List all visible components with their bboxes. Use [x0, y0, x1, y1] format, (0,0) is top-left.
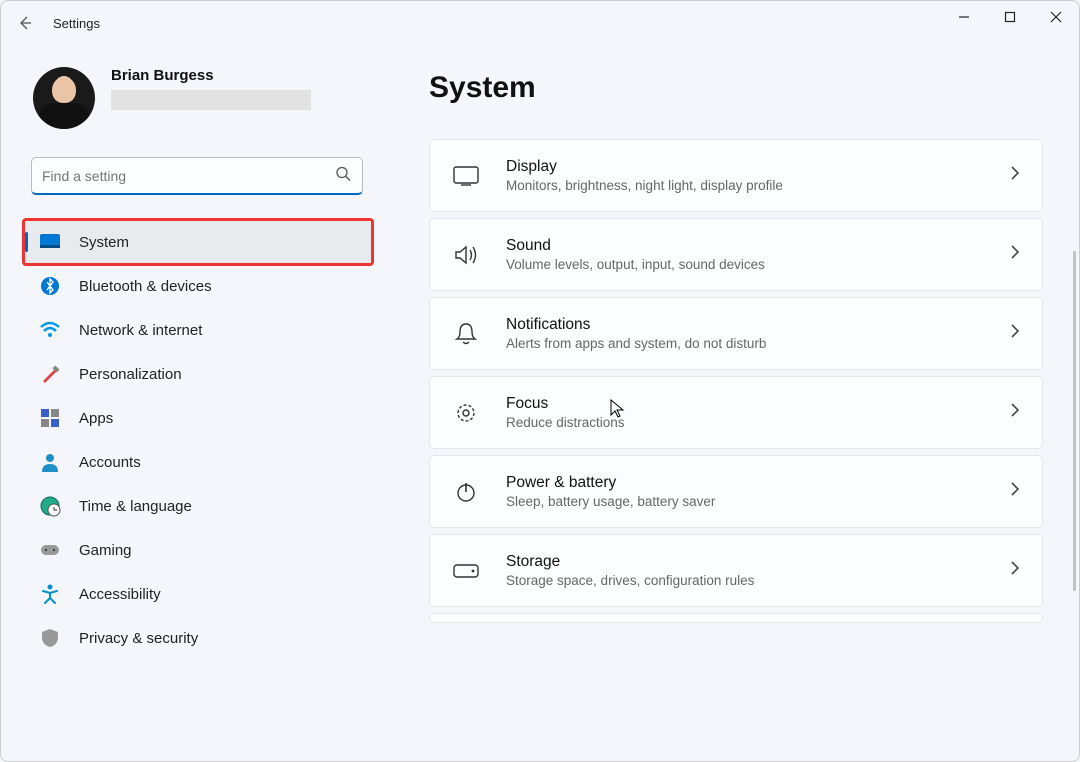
maximize-button[interactable] — [987, 1, 1033, 33]
gamepad-icon — [39, 539, 61, 561]
page-title: System — [429, 71, 1043, 105]
chevron-right-icon — [1010, 481, 1020, 502]
profile-name: Brian Burgess — [111, 67, 311, 84]
globe-clock-icon — [39, 495, 61, 517]
sidebar-item-label: Gaming — [79, 542, 132, 559]
shield-icon — [39, 627, 61, 649]
card-title: Sound — [506, 237, 984, 255]
accessibility-icon — [39, 583, 61, 605]
sidebar-item-label: Network & internet — [79, 322, 202, 339]
avatar — [33, 67, 95, 129]
card-title: Notifications — [506, 316, 984, 334]
settings-card-display[interactable]: Display Monitors, brightness, night ligh… — [429, 139, 1043, 212]
chevron-right-icon — [1010, 244, 1020, 265]
sidebar-item-label: Accounts — [79, 454, 141, 471]
chevron-right-icon — [1010, 560, 1020, 581]
apps-icon — [39, 407, 61, 429]
minimize-button[interactable] — [941, 1, 987, 33]
sidebar-item-personalization[interactable]: Personalization — [25, 353, 371, 395]
sidebar-item-label: Apps — [79, 410, 113, 427]
close-button[interactable] — [1033, 1, 1079, 33]
chevron-right-icon — [1010, 165, 1020, 186]
display-icon — [452, 162, 480, 190]
sidebar-item-label: Bluetooth & devices — [79, 278, 212, 295]
sidebar-item-label: Personalization — [79, 366, 182, 383]
card-title: Storage — [506, 553, 984, 571]
sidebar-item-privacy[interactable]: Privacy & security — [25, 617, 371, 659]
card-title: Display — [506, 158, 984, 176]
sidebar-item-gaming[interactable]: Gaming — [25, 529, 371, 571]
sidebar-item-system[interactable]: System — [25, 221, 371, 263]
sidebar-item-apps[interactable]: Apps — [25, 397, 371, 439]
card-subtitle: Alerts from apps and system, do not dist… — [506, 336, 984, 351]
settings-card-storage[interactable]: Storage Storage space, drives, configura… — [429, 534, 1043, 607]
sidebar-item-accessibility[interactable]: Accessibility — [25, 573, 371, 615]
sound-icon — [452, 241, 480, 269]
power-icon — [452, 478, 480, 506]
minimize-icon — [958, 11, 970, 23]
card-subtitle: Storage space, drives, configuration rul… — [506, 573, 984, 588]
scrollbar[interactable] — [1073, 251, 1076, 591]
user-profile[interactable]: Brian Burgess — [33, 67, 371, 129]
window-title: Settings — [53, 16, 100, 31]
sidebar-item-label: Time & language — [79, 498, 192, 515]
focus-icon — [452, 399, 480, 427]
card-subtitle: Volume levels, output, input, sound devi… — [506, 257, 984, 272]
chevron-right-icon — [1010, 402, 1020, 423]
bell-icon — [452, 320, 480, 348]
bluetooth-icon — [39, 275, 61, 297]
profile-email-redacted — [111, 90, 311, 110]
settings-card-notifications[interactable]: Notifications Alerts from apps and syste… — [429, 297, 1043, 370]
sidebar-item-label: Accessibility — [79, 586, 161, 603]
sidebar-item-accounts[interactable]: Accounts — [25, 441, 371, 483]
chevron-right-icon — [1010, 323, 1020, 344]
card-subtitle: Monitors, brightness, night light, displ… — [506, 178, 984, 193]
close-icon — [1050, 11, 1062, 23]
sidebar-item-label: Privacy & security — [79, 630, 198, 647]
sidebar-item-time-language[interactable]: Time & language — [25, 485, 371, 527]
back-arrow-icon — [17, 15, 33, 31]
system-icon — [39, 231, 61, 253]
card-title: Focus — [506, 395, 984, 413]
brush-icon — [39, 363, 61, 385]
back-button[interactable] — [9, 7, 41, 39]
sidebar-item-network[interactable]: Network & internet — [25, 309, 371, 351]
card-title: Power & battery — [506, 474, 984, 492]
settings-card-power[interactable]: Power & battery Sleep, battery usage, ba… — [429, 455, 1043, 528]
storage-icon — [452, 557, 480, 585]
person-icon — [39, 451, 61, 473]
maximize-icon — [1004, 11, 1016, 23]
card-subtitle: Sleep, battery usage, battery saver — [506, 494, 984, 509]
card-subtitle: Reduce distractions — [506, 415, 984, 430]
sidebar-item-label: System — [79, 234, 129, 251]
settings-card-focus[interactable]: Focus Reduce distractions — [429, 376, 1043, 449]
search-input[interactable] — [31, 157, 363, 195]
wifi-icon — [39, 319, 61, 341]
sidebar-item-bluetooth[interactable]: Bluetooth & devices — [25, 265, 371, 307]
settings-card-sound[interactable]: Sound Volume levels, output, input, soun… — [429, 218, 1043, 291]
search-icon — [335, 166, 351, 187]
settings-card-partial[interactable] — [429, 613, 1043, 623]
